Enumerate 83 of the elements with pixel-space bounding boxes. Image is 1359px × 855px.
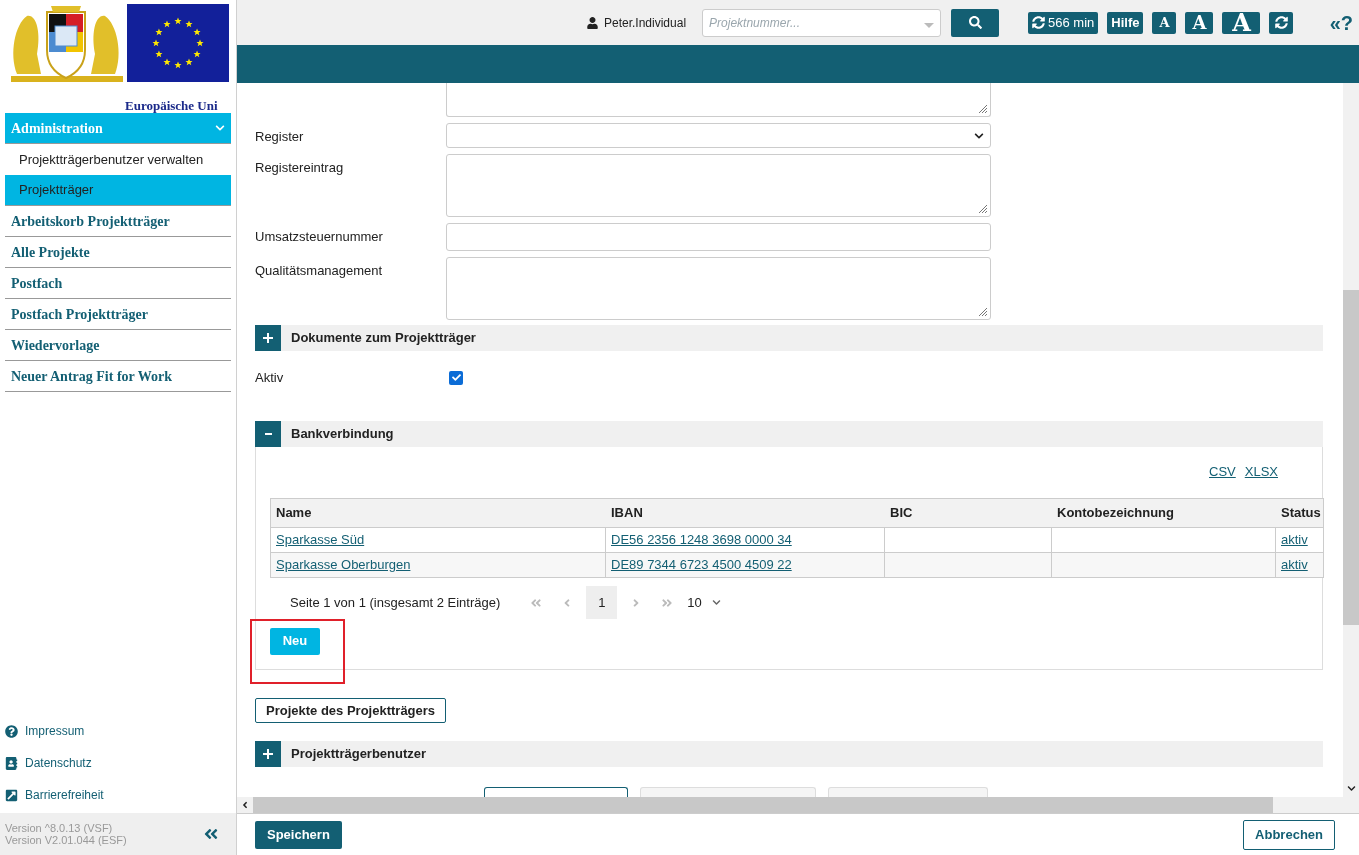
active-checkbox[interactable] bbox=[449, 370, 463, 385]
version-text: Version V2.01.044 (ESF) bbox=[5, 834, 127, 846]
page-size-select[interactable]: 10 bbox=[687, 592, 721, 613]
user-icon bbox=[587, 16, 598, 29]
minus-icon bbox=[264, 432, 272, 435]
collapse-button[interactable] bbox=[255, 420, 281, 447]
input-field[interactable] bbox=[446, 223, 991, 251]
section-title: Projektträgerbenutzer bbox=[291, 745, 427, 764]
register-select[interactable] bbox=[446, 123, 991, 148]
help-button[interactable]: Hilfe bbox=[1107, 11, 1144, 34]
submenu-item[interactable]: Projektträgerbenutzer verwalten bbox=[5, 144, 231, 175]
menu-item[interactable]: Postfach Projektträger bbox=[5, 299, 231, 330]
refresh-icon bbox=[1032, 16, 1046, 29]
menu-item[interactable]: Wiedervorlage bbox=[5, 330, 231, 361]
session-timer-button[interactable]: 566 min bbox=[1028, 11, 1099, 34]
iban-link[interactable]: DE89 7344 6723 4500 4509 22 bbox=[611, 554, 792, 575]
menu-item[interactable]: Neuer Antrag Fit for Work bbox=[5, 361, 231, 392]
chevron-down-icon bbox=[974, 130, 984, 141]
checkmark-icon bbox=[451, 373, 461, 383]
collapse-sidebar-icon[interactable] bbox=[203, 826, 219, 842]
contact-book-icon bbox=[5, 756, 18, 770]
scroll-left-icon[interactable] bbox=[240, 800, 250, 810]
text-area[interactable] bbox=[446, 257, 991, 320]
page-number[interactable]: 1 bbox=[586, 586, 618, 619]
chevron-down-icon bbox=[711, 598, 721, 607]
bank-name-link[interactable]: Sparkasse Oberburgen bbox=[276, 554, 411, 575]
menu-item[interactable]: Arbeitskorb Projektträger bbox=[5, 206, 231, 237]
section-title: Dokumente zum Projektträger bbox=[291, 329, 476, 348]
help-icon bbox=[5, 724, 18, 738]
reset-button[interactable] bbox=[1269, 11, 1294, 34]
section-title: Bankverbindung bbox=[291, 424, 394, 443]
last-page-icon[interactable] bbox=[661, 596, 674, 609]
projects-button[interactable]: Projekte des Projektträgers bbox=[255, 697, 447, 723]
font-size-button[interactable]: A bbox=[1222, 11, 1261, 34]
refresh-icon bbox=[1275, 16, 1288, 29]
text-area[interactable] bbox=[446, 83, 991, 117]
scroll-down-icon[interactable] bbox=[1346, 784, 1356, 793]
submenu-item[interactable]: Projektträger bbox=[5, 175, 231, 206]
iban-link[interactable]: DE56 2356 1248 3698 0000 34 bbox=[611, 529, 792, 550]
plus-icon bbox=[263, 749, 273, 759]
version-text: Version ^8.0.13 (VSF) bbox=[5, 822, 114, 834]
search-icon bbox=[968, 16, 982, 29]
expand-button[interactable] bbox=[255, 325, 281, 351]
footer-link[interactable]: Impressum bbox=[25, 722, 85, 740]
status-link[interactable]: aktiv bbox=[1281, 529, 1308, 550]
save-button[interactable]: Speichern bbox=[255, 820, 342, 849]
menu-item[interactable]: Postfach bbox=[5, 268, 231, 299]
field-label: Qualitätsmanagement bbox=[255, 263, 383, 278]
field-label: Umsatzsteuernummer bbox=[255, 229, 383, 244]
font-size-button[interactable]: A bbox=[1152, 11, 1177, 34]
help-toggle[interactable]: «? bbox=[1329, 7, 1353, 38]
user-name: Peter.Individual bbox=[604, 14, 687, 32]
column-header: Kontobezeichnung bbox=[1056, 503, 1175, 522]
status-link[interactable]: aktiv bbox=[1281, 554, 1308, 575]
menu-item[interactable]: Alle Projekte bbox=[5, 237, 231, 268]
column-header: IBAN bbox=[610, 503, 644, 522]
eu-caption: Europäische Uni bbox=[125, 98, 218, 113]
export-link[interactable]: CSV bbox=[1209, 461, 1236, 498]
dropdown-caret-icon bbox=[924, 23, 935, 28]
cancel-button[interactable]: Abbrechen bbox=[1243, 819, 1335, 850]
column-header: Name bbox=[275, 503, 313, 522]
search-button[interactable] bbox=[951, 8, 1000, 37]
chevron-down-icon bbox=[215, 123, 225, 133]
export-link[interactable]: XLSX bbox=[1244, 461, 1278, 498]
eu-flag-icon bbox=[127, 4, 229, 82]
vertical-scrollbar[interactable] bbox=[1343, 83, 1359, 813]
field-label: Aktiv bbox=[255, 369, 285, 387]
field-label: Register bbox=[255, 129, 304, 144]
pagination-summary: Seite 1 von 1 (insgesamt 2 Einträge) bbox=[290, 593, 501, 612]
bank-name-link[interactable]: Sparkasse Süd bbox=[276, 529, 365, 550]
column-header: BIC bbox=[889, 503, 914, 522]
first-page-icon[interactable] bbox=[530, 596, 543, 609]
footer-link[interactable]: Datenschutz bbox=[25, 754, 92, 772]
footer-link[interactable]: Barrierefreiheit bbox=[25, 786, 104, 804]
field-label: Registereintrag bbox=[255, 160, 344, 175]
font-size-button[interactable]: A bbox=[1185, 11, 1214, 34]
text-area[interactable] bbox=[446, 154, 991, 217]
plus-icon bbox=[263, 333, 273, 343]
resize-grip-icon bbox=[978, 307, 988, 317]
horizontal-scrollbar[interactable] bbox=[237, 797, 1343, 813]
resize-grip-icon bbox=[978, 104, 988, 114]
expand-button[interactable] bbox=[255, 741, 281, 767]
resize-grip-icon bbox=[978, 204, 988, 214]
